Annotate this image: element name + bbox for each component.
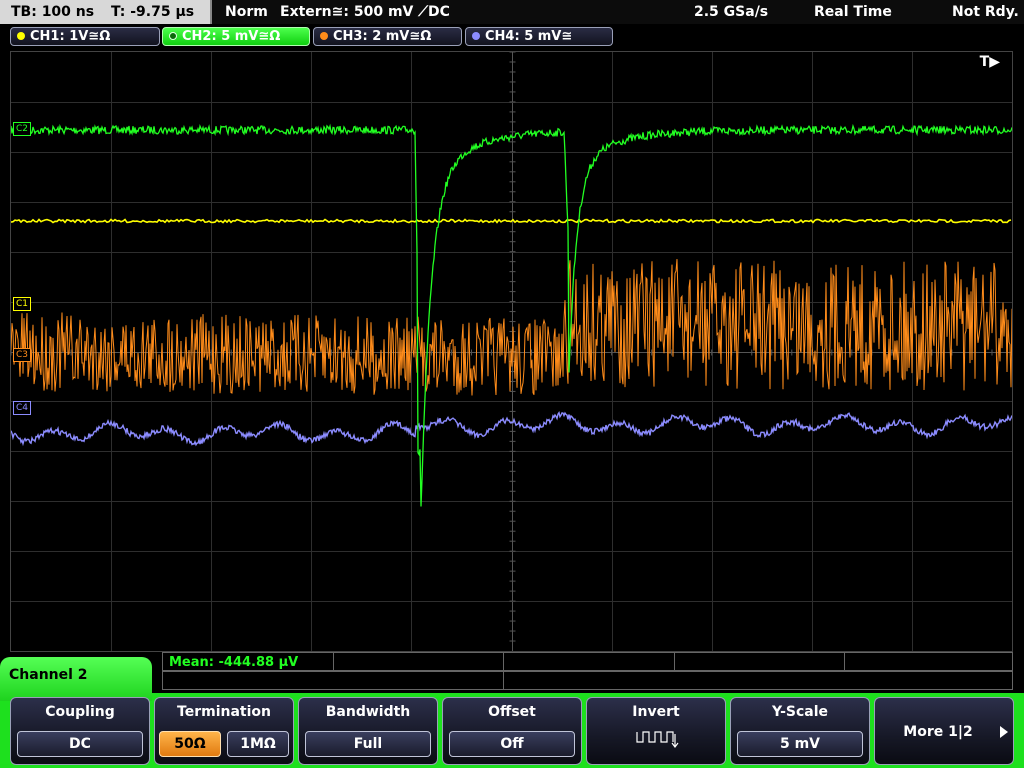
- more-softkey[interactable]: More 1|2: [874, 697, 1014, 765]
- play-arrow-icon: [1000, 726, 1008, 738]
- ch3-color-dot: [320, 32, 328, 40]
- yscale-value[interactable]: 5 mV: [737, 731, 863, 757]
- sample-rate: 2.5 GSa/s: [694, 4, 769, 20]
- tab-ch4-label: CH4: 5 mV≅: [485, 29, 573, 44]
- trigger-position-marker[interactable]: T▶: [980, 54, 1000, 70]
- ch1-color-dot: [17, 32, 25, 40]
- offset-title: Offset: [488, 704, 536, 720]
- tab-ch3-label: CH3: 2 mV≅Ω: [333, 29, 432, 44]
- ch3-waveform: [11, 259, 1012, 396]
- invert-title: Invert: [632, 704, 680, 720]
- termination-softkey[interactable]: Termination 50Ω 1MΩ: [154, 697, 294, 765]
- tab-ch4[interactable]: CH4: 5 mV≅: [465, 27, 613, 46]
- ch2-offset-marker[interactable]: C2: [13, 122, 32, 136]
- coupling-value[interactable]: DC: [17, 731, 143, 757]
- tab-ch1-label: CH1: 1V≅Ω: [30, 29, 111, 44]
- offset-softkey[interactable]: Offset Off: [442, 697, 582, 765]
- meas-divider: [674, 653, 675, 670]
- meas-divider: [503, 653, 504, 670]
- tab-ch2[interactable]: CH2: 5 mV≅Ω: [162, 27, 310, 46]
- tab-ch2-label: CH2: 5 mV≅Ω: [182, 29, 281, 44]
- meas-divider: [844, 653, 845, 670]
- tab-ch1[interactable]: CH1: 1V≅Ω: [10, 27, 160, 46]
- offset-value[interactable]: Off: [449, 731, 575, 757]
- ch3-offset-marker[interactable]: C3: [13, 348, 32, 362]
- bandwidth-value[interactable]: Full: [305, 731, 431, 757]
- trigger-mode[interactable]: Norm: [225, 0, 268, 24]
- ch2-color-dot: [169, 32, 177, 40]
- coupling-softkey[interactable]: Coupling DC: [10, 697, 150, 765]
- ch1-offset-marker[interactable]: C1: [13, 297, 32, 311]
- ch4-waveform: [11, 410, 1012, 447]
- trigger-source[interactable]: Extern≅: 500 mV ⟋DC: [280, 0, 450, 24]
- more-label: More 1|2: [903, 724, 973, 740]
- acquisition-status: Not Rdy.: [952, 4, 1019, 20]
- ch4-offset-marker[interactable]: C4: [13, 401, 32, 415]
- timebase-value: TB: 100 ns: [11, 4, 95, 20]
- meas-divider: [503, 672, 504, 689]
- tab-ch3[interactable]: CH3: 2 mV≅Ω: [313, 27, 462, 46]
- trigger-time-value: T: -9.75 µs: [110, 4, 195, 20]
- timebase-box[interactable]: TB: 100 ns T: -9.75 µs: [0, 0, 212, 24]
- waveform-display[interactable]: T▶ C2 C1 C3 C4: [10, 51, 1013, 652]
- bandwidth-softkey[interactable]: Bandwidth Full: [298, 697, 438, 765]
- measurement-row: Mean: -444.88 µV: [162, 652, 1013, 671]
- yscale-title: Y-Scale: [771, 704, 828, 720]
- mean-measurement[interactable]: Mean: -444.88 µV: [169, 653, 298, 672]
- acquisition-mode[interactable]: Real Time: [814, 0, 892, 24]
- status-bar: TB: 100 ns T: -9.75 µs Norm Extern≅: 500…: [0, 0, 1024, 24]
- ch4-color-dot: [472, 32, 480, 40]
- waveform-canvas: [11, 52, 1012, 651]
- coupling-title: Coupling: [45, 704, 115, 720]
- termination-1mohm-option[interactable]: 1MΩ: [227, 731, 289, 757]
- measurement-row: [162, 671, 1013, 690]
- measurement-panel: Mean: -444.88 µV: [162, 652, 1014, 692]
- menu-title-channel: Channel 2: [0, 657, 152, 701]
- termination-title: Termination: [177, 704, 271, 720]
- invert-waveform-icon: [636, 731, 679, 748]
- bandwidth-title: Bandwidth: [325, 704, 411, 720]
- invert-softkey[interactable]: Invert: [586, 697, 726, 765]
- ch1-waveform: [11, 218, 1012, 224]
- termination-50ohm-option[interactable]: 50Ω: [159, 731, 221, 757]
- yscale-softkey[interactable]: Y-Scale 5 mV: [730, 697, 870, 765]
- meas-divider: [333, 653, 334, 670]
